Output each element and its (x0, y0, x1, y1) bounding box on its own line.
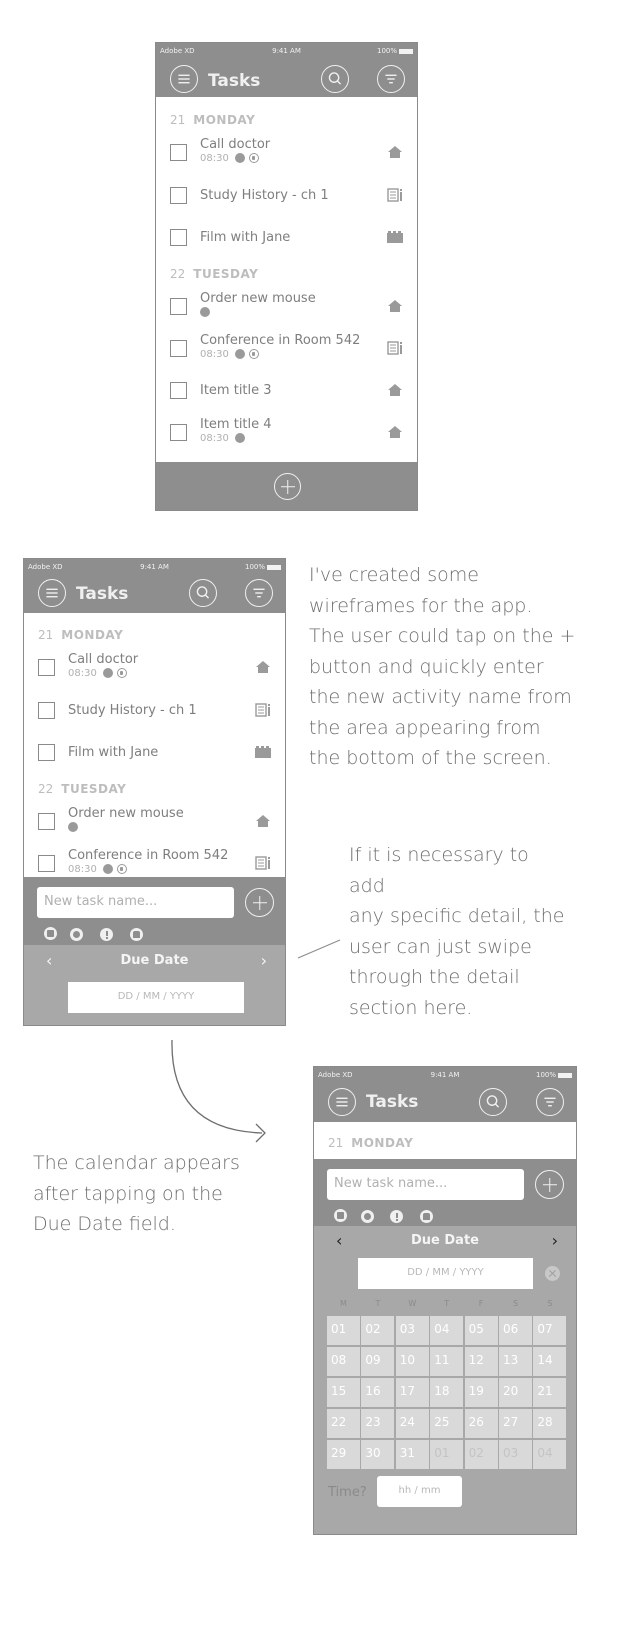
connector-lines (171, 939, 341, 1143)
flow-arrow (171, 1039, 263, 1134)
pointer-line (297, 939, 341, 959)
